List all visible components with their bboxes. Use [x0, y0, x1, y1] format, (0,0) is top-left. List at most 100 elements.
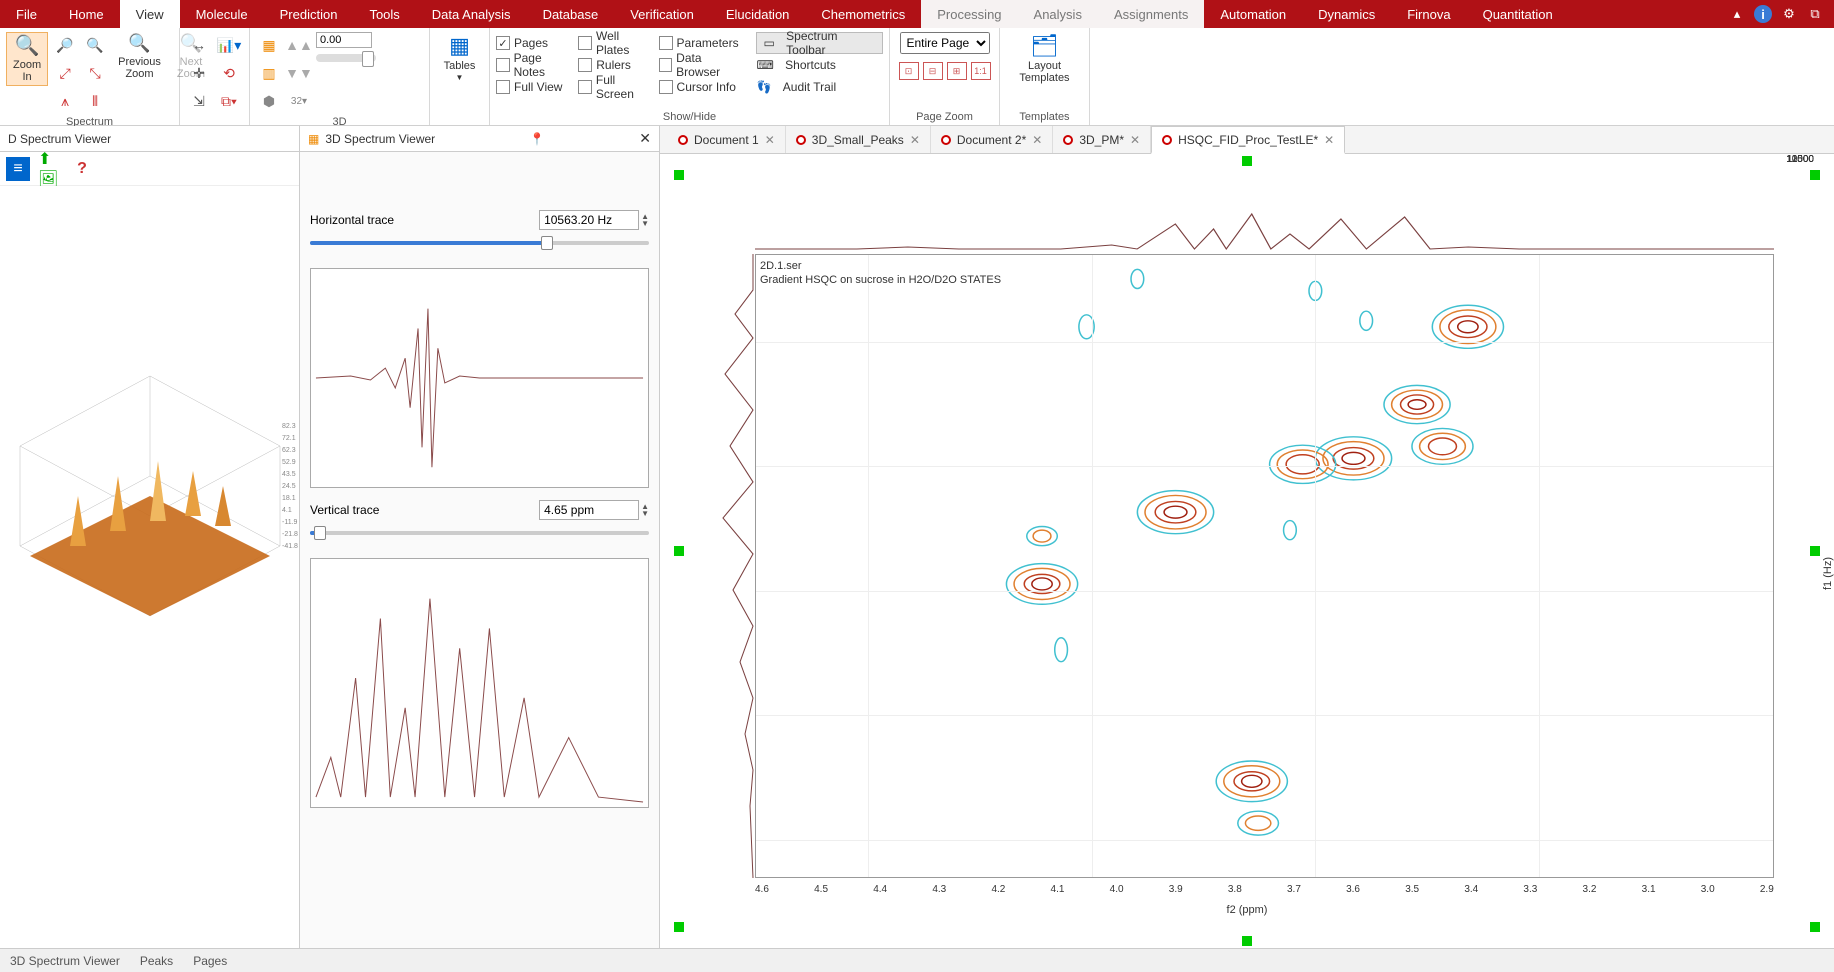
btn-spectrum-toolbar[interactable]: ▭ Spectrum Toolbar — [756, 32, 883, 54]
ribbon: 🔍 Zoom In 🔎 ⤢ ⩚ 🔍 ⤡ ⫴ 🔍 Previous Zoom 🔍 … — [0, 28, 1834, 126]
menu-home[interactable]: Home — [53, 0, 120, 28]
status-tab-2[interactable]: Pages — [193, 954, 227, 968]
doc-tab-4-close[interactable]: ✕ — [1324, 133, 1334, 147]
pagezoom-preset-3[interactable]: ⊞ — [947, 62, 967, 80]
doc-tab-1-close[interactable]: ✕ — [910, 133, 920, 147]
menu-molecule[interactable]: Molecule — [180, 0, 264, 28]
doc-tab-1[interactable]: 3D_Small_Peaks✕ — [786, 126, 931, 153]
chk-full-screen[interactable]: Full Screen — [578, 76, 654, 98]
menu-data-analysis[interactable]: Data Analysis — [416, 0, 527, 28]
chk-well-plates[interactable]: Well Plates — [578, 32, 654, 54]
menu-processing[interactable]: Processing — [921, 0, 1017, 28]
menu-firnova[interactable]: Firnova — [1391, 0, 1466, 28]
pagezoom-preset-2[interactable]: ⊟ — [923, 62, 943, 80]
menu-chemometrics[interactable]: Chemometrics — [805, 0, 921, 28]
sel-handle-br[interactable] — [1810, 922, 1820, 932]
doc-tab-0-close[interactable]: ✕ — [765, 133, 775, 147]
doc-tab-2-close[interactable]: ✕ — [1032, 133, 1042, 147]
sel-handle-tr[interactable] — [1810, 170, 1820, 180]
3d-spinner-input[interactable] — [316, 32, 372, 48]
menu-assignments[interactable]: Assignments — [1098, 0, 1204, 28]
cube-solid-icon[interactable]: ⬢ — [256, 88, 282, 114]
zoom-out-icon[interactable]: 🔍 — [82, 32, 108, 58]
btn-shortcuts[interactable]: ⌨ Shortcuts — [756, 54, 883, 76]
menu-file[interactable]: File — [0, 0, 53, 28]
doc-tab-4[interactable]: HSQC_FID_Proc_TestLE*✕ — [1151, 126, 1345, 154]
pagezoom-preset-4[interactable]: 1:1 — [971, 62, 991, 80]
chk-data-browser[interactable]: Data Browser — [659, 54, 747, 76]
status-tab-1[interactable]: Peaks — [140, 954, 173, 968]
top-projection-trace — [755, 209, 1774, 254]
cube-wire-icon[interactable]: ▥ — [256, 60, 282, 86]
cube-32-icon[interactable]: 32▾ — [286, 88, 312, 114]
collapse-icon[interactable]: ⇲ — [186, 88, 212, 114]
menu-verification[interactable]: Verification — [614, 0, 710, 28]
htrace-plot[interactable] — [310, 268, 649, 488]
chk-cursor-info[interactable]: Cursor Info — [659, 76, 747, 98]
mid-pane-close-icon[interactable]: ✕ — [639, 130, 651, 147]
tables-button[interactable]: ▦ Tables ▼ — [438, 32, 482, 85]
doc-tab-3[interactable]: 3D_PM*✕ — [1053, 126, 1151, 153]
zoom-in-button[interactable]: 🔍 Zoom In — [6, 32, 48, 86]
chk-full-view[interactable]: Full View — [496, 76, 574, 98]
pagezoom-select[interactable]: Entire Page — [900, 32, 990, 54]
vtrace-spinner[interactable]: ▲▼ — [641, 503, 649, 517]
next-zoom-button[interactable]: 🔍 Next Zoom — [171, 32, 211, 82]
flip-icon[interactable]: ⟲ — [216, 60, 242, 86]
btn-audit-trail[interactable]: 👣 Audit Trail — [756, 76, 883, 98]
multi-peak-icon[interactable]: ⫴ — [82, 88, 108, 114]
sel-handle-tl[interactable] — [674, 170, 684, 180]
menu-prediction[interactable]: Prediction — [264, 0, 354, 28]
pin-icon[interactable]: 📍 — [530, 132, 545, 146]
htrace-spinner[interactable]: ▲▼ — [641, 213, 649, 227]
vtrace-input[interactable] — [539, 500, 639, 520]
spectrum-2d-canvas[interactable]: 2D.1.ser Gradient HSQC on sucrose in H2O… — [660, 154, 1834, 948]
menu-elucidation[interactable]: Elucidation — [710, 0, 806, 28]
menu-dynamics[interactable]: Dynamics — [1302, 0, 1391, 28]
svg-text:18.1: 18.1 — [282, 495, 296, 502]
pagezoom-preset-1[interactable]: ⊡ — [899, 62, 919, 80]
cube-color-icon[interactable]: ▦ — [256, 32, 282, 58]
menu-database[interactable]: Database — [527, 0, 615, 28]
export-image-icon[interactable]: ⬆🖼 — [38, 157, 62, 181]
info-icon[interactable]: i — [1754, 5, 1772, 23]
sel-handle-bc[interactable] — [1242, 936, 1252, 946]
vtrace-plot[interactable] — [310, 558, 649, 808]
baseline-icon[interactable]: ⤡ — [82, 60, 108, 86]
up-triangles-icon[interactable]: ▲▲ — [286, 32, 312, 58]
previous-zoom-button[interactable]: 🔍 Previous Zoom — [112, 32, 167, 82]
settings-gear-icon[interactable]: ⚙ — [1780, 5, 1798, 23]
layout-templates-button[interactable]: 🗂 Layout Templates — [1013, 32, 1075, 86]
menu-tools[interactable]: Tools — [353, 0, 415, 28]
plot-area[interactable] — [755, 254, 1774, 878]
zoom-tool-icon[interactable]: 🔎 — [52, 32, 78, 58]
menu-view[interactable]: View — [120, 0, 180, 28]
menu-automation[interactable]: Automation — [1204, 0, 1302, 28]
hamburger-icon[interactable]: ≡ — [6, 157, 30, 181]
sel-handle-bl[interactable] — [674, 922, 684, 932]
doc-tab-0[interactable]: Document 1✕ — [668, 126, 786, 153]
chk-page-notes[interactable]: Page Notes — [496, 54, 574, 76]
doc-tab-3-close[interactable]: ✕ — [1130, 133, 1140, 147]
sel-handle-tc[interactable] — [1242, 156, 1252, 166]
layers-icon[interactable]: ⧉ — [1806, 5, 1824, 23]
htrace-input[interactable] — [539, 210, 639, 230]
3d-slider[interactable] — [316, 54, 376, 62]
help-icon[interactable]: ? — [70, 157, 94, 181]
expand-icon[interactable]: ▴ — [1728, 5, 1746, 23]
chart-icon[interactable]: 📊▾ — [216, 32, 242, 58]
peak-icon[interactable]: ⩚ — [52, 88, 78, 114]
pagezoom-grid: ⊡ ⊟ ⊞ 1:1 — [899, 62, 991, 80]
status-tab-0[interactable]: 3D Spectrum Viewer — [10, 954, 120, 968]
down-triangles-icon[interactable]: ▼▼ — [286, 60, 312, 86]
doc-tab-2[interactable]: Document 2*✕ — [931, 126, 1053, 153]
surface-3d-plot[interactable]: 82.3 72.1 62.3 52.9 43.5 24.5 18.1 4.1 -… — [0, 186, 299, 948]
menu-analysis[interactable]: Analysis — [1018, 0, 1098, 28]
menu-quantitation[interactable]: Quantitation — [1467, 0, 1569, 28]
overlay-icon[interactable]: ⧉▾ — [216, 88, 242, 114]
sel-handle-mr[interactable] — [1810, 546, 1820, 556]
fit-icon[interactable]: ⤢ — [52, 60, 78, 86]
vtrace-slider[interactable] — [310, 526, 649, 540]
htrace-slider[interactable] — [310, 236, 649, 250]
sel-handle-ml[interactable] — [674, 546, 684, 556]
